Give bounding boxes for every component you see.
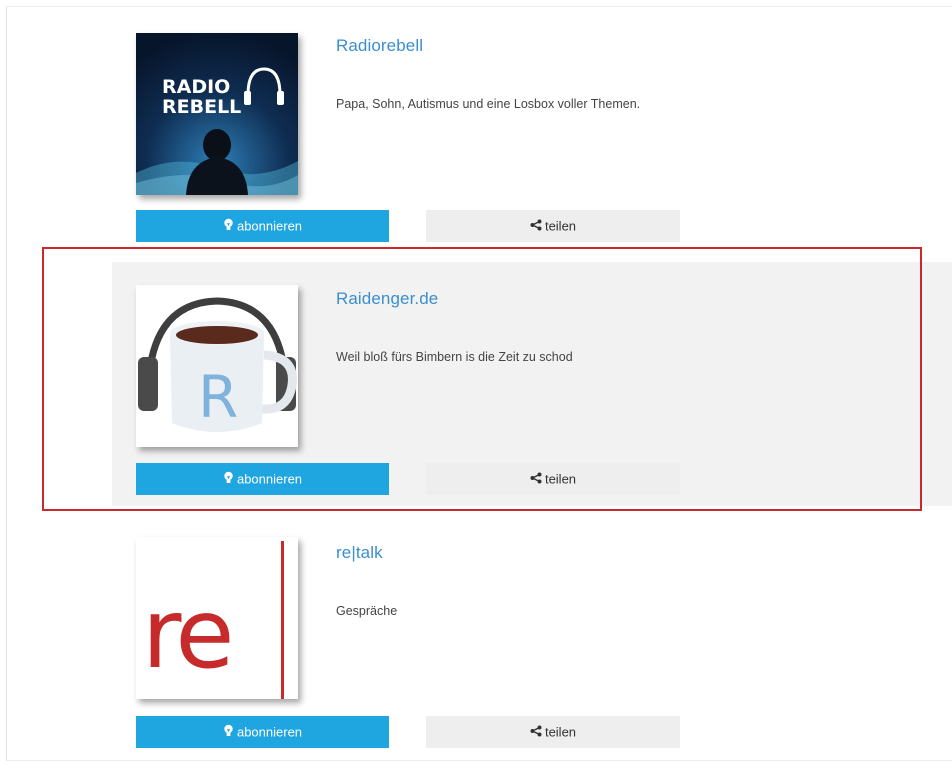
- subscribe-label: abonnieren: [236, 724, 303, 740]
- subscribe-button[interactable]: abonnieren: [136, 210, 389, 242]
- share-icon: [530, 717, 542, 749]
- subscribe-label: abonnieren: [236, 218, 303, 234]
- podcast-description: Gespräche: [336, 604, 398, 618]
- cover-text-re: re: [142, 578, 230, 690]
- podcast-title-link[interactable]: re|talk: [336, 543, 383, 563]
- lightbulb-icon: [223, 717, 234, 749]
- share-icon: [530, 211, 542, 243]
- subscribe-button[interactable]: abonnieren: [136, 716, 389, 748]
- cover-text-rebell: REBELL: [162, 96, 241, 118]
- share-button[interactable]: teilen: [426, 210, 680, 242]
- podcast-title-link[interactable]: Radiorebell: [336, 36, 423, 56]
- podcast-cover-radiorebell[interactable]: RADIO REBELL: [136, 33, 298, 195]
- lightbulb-icon: [223, 211, 234, 243]
- podcast-description: Papa, Sohn, Autismus und eine Losbox vol…: [336, 97, 641, 111]
- cover-text-radio: RADIO: [162, 76, 230, 98]
- share-button[interactable]: teilen: [426, 716, 680, 748]
- share-label: teilen: [544, 218, 577, 234]
- highlight-frame: [42, 247, 922, 511]
- share-label: teilen: [544, 724, 577, 740]
- podcast-cover-retalk[interactable]: re: [136, 537, 298, 699]
